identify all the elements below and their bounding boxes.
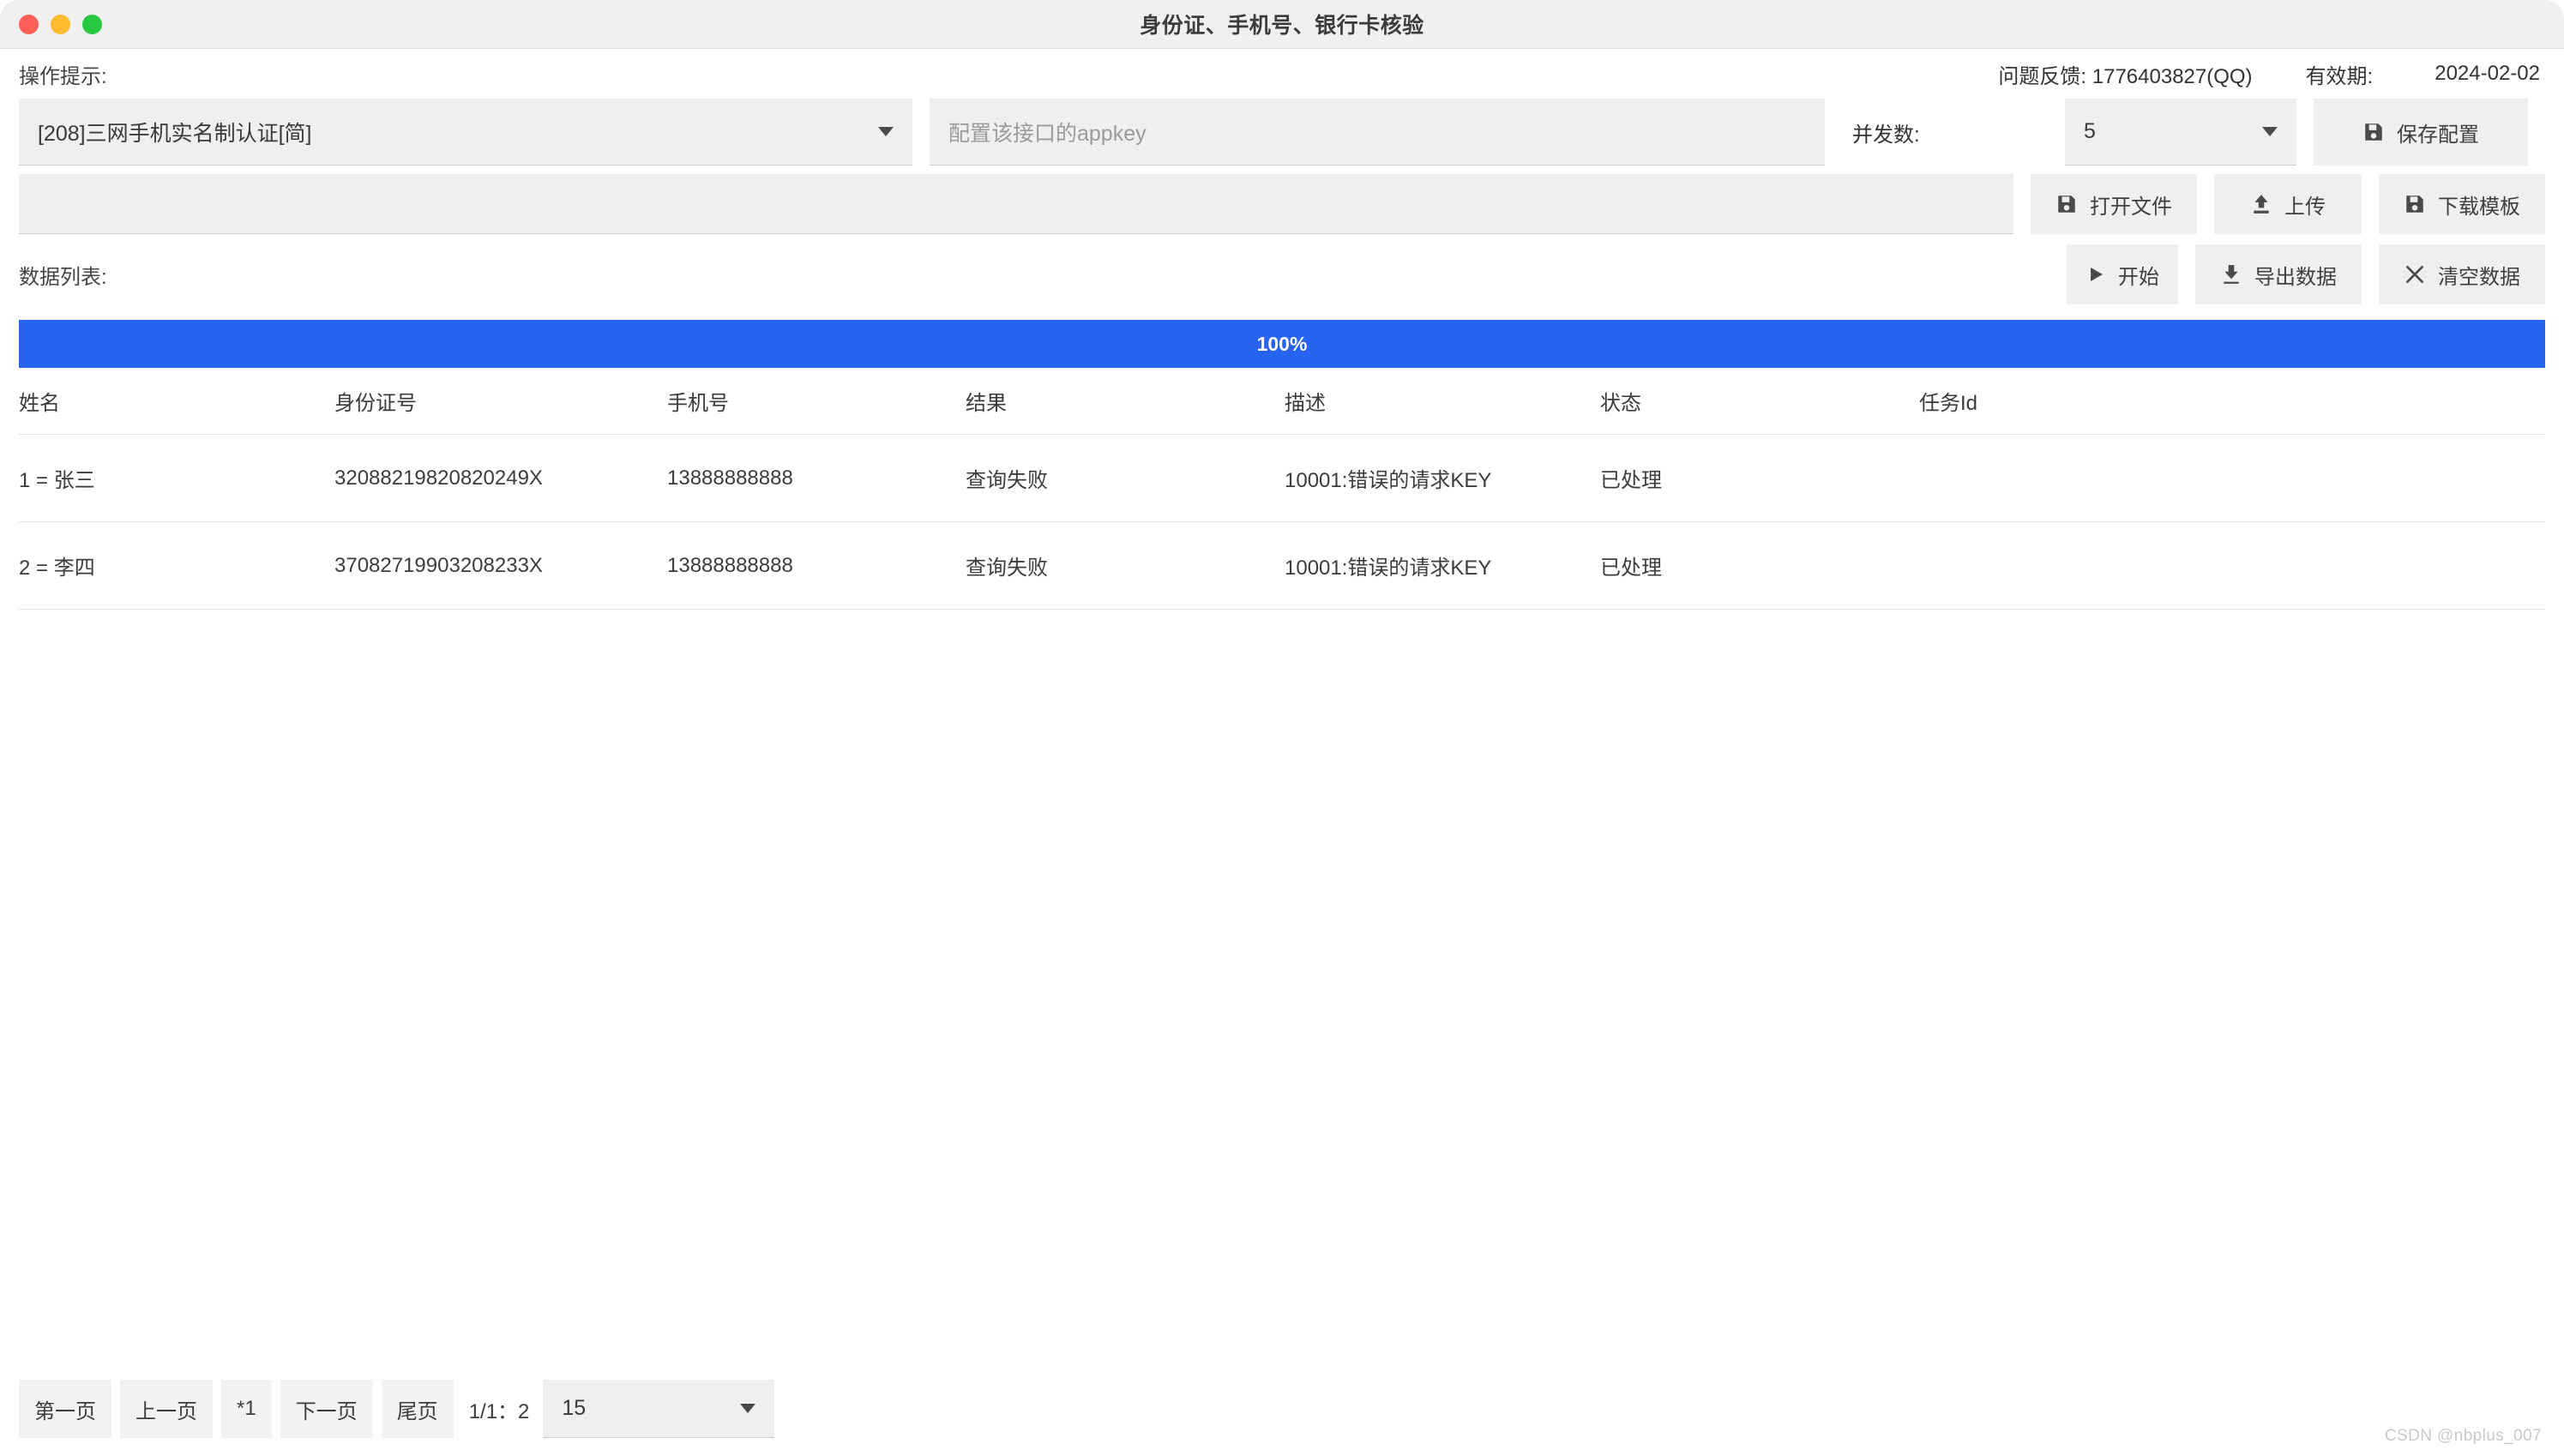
save-config-button[interactable]: 保存配置 — [2314, 99, 2528, 165]
cell-name: 2 = 李四 — [19, 557, 95, 580]
upload-label: 上传 — [2284, 195, 2326, 219]
start-label: 开始 — [2118, 265, 2159, 289]
cell-id-number: 32088219820820249X — [334, 466, 543, 490]
appkey-input[interactable]: 配置该接口的appkey — [930, 99, 1825, 165]
save-config-label: 保存配置 — [2397, 123, 2479, 147]
file-row: 打开文件 上传 下载模板 — [0, 174, 2564, 234]
export-data-button[interactable]: 导出数据 — [2195, 244, 2362, 304]
column-header-phone: 手机号 — [667, 392, 729, 415]
progress-text: 100% — [1256, 332, 1308, 355]
column-header-name: 姓名 — [19, 392, 60, 415]
feedback-text: 问题反馈: 1776403827(QQ) — [1998, 64, 2253, 88]
concurrency-label: 并发数: — [1852, 123, 1920, 147]
concurrency-select[interactable]: 5 — [2065, 99, 2296, 165]
column-header-task-id: 任务Id — [1919, 392, 1978, 415]
app-window: 身份证、手机号、银行卡核验 操作提示: 问题反馈: 1776403827(QQ)… — [0, 0, 2564, 1456]
progress-bar: 100% — [19, 320, 2545, 368]
cell-description: 10001:错误的请求KEY — [1285, 557, 1492, 580]
actions-row: 数据列表: 开始 导出数据 清空数据 — [0, 244, 2564, 304]
current-page-button[interactable]: *1 — [221, 1380, 272, 1438]
expire-value: 2024-02-02 — [2435, 62, 2540, 85]
cell-status: 已处理 — [1600, 469, 1662, 492]
appkey-wrapper: 配置该接口的appkey — [930, 99, 1825, 165]
chevron-down-icon — [740, 1404, 756, 1413]
save-icon — [2055, 193, 2078, 215]
table-row[interactable]: 1 = 张三 32088219820820249X 13888888888 查询… — [19, 435, 2545, 522]
page-size-select[interactable]: 15 — [543, 1380, 775, 1438]
column-header-result: 结果 — [966, 392, 1007, 415]
filepath-input[interactable] — [19, 174, 2013, 234]
cell-phone: 13888888888 — [667, 466, 793, 490]
download-template-button[interactable]: 下载模板 — [2379, 174, 2545, 234]
chevron-down-icon — [878, 127, 894, 136]
clear-data-button[interactable]: 清空数据 — [2379, 244, 2545, 304]
api-select-value: [208]三网手机实名制认证[简] — [38, 121, 312, 146]
column-header-status: 状态 — [1600, 392, 1641, 415]
page-indicator: 1/1：2 — [468, 1399, 530, 1423]
page-size-value: 15 — [562, 1396, 587, 1420]
config-row: [208]三网手机实名制认证[简] 配置该接口的appkey 并发数: 5 保存… — [0, 99, 2564, 165]
play-icon — [2086, 264, 2106, 285]
table-row[interactable]: 2 = 李四 37082719903208233X 13888888888 查询… — [19, 522, 2545, 610]
upload-button[interactable]: 上传 — [2214, 174, 2362, 234]
table-body: 1 = 张三 32088219820820249X 13888888888 查询… — [19, 435, 2545, 1374]
datalist-label: 数据列表: — [19, 265, 107, 289]
clear-data-label: 清空数据 — [2438, 265, 2520, 289]
cell-status: 已处理 — [1600, 557, 1662, 580]
upload-icon — [2250, 193, 2272, 215]
open-file-button[interactable]: 打开文件 — [2031, 174, 2197, 234]
cell-result: 查询失败 — [966, 469, 1048, 492]
operation-hint-label: 操作提示: — [19, 64, 107, 88]
cell-phone: 13888888888 — [667, 553, 793, 577]
export-data-label: 导出数据 — [2254, 265, 2337, 289]
save-icon — [2362, 121, 2385, 143]
close-x-icon — [2404, 263, 2426, 286]
appkey-placeholder: 配置该接口的appkey — [948, 121, 1147, 146]
cell-description: 10001:错误的请求KEY — [1285, 469, 1492, 492]
data-table: 姓名 身份证号 手机号 结果 描述 状态 任务Id 1 = 张三 3208821… — [19, 368, 2545, 1374]
watermark: CSDN @nbplus_007 — [2384, 1427, 2542, 1445]
last-page-button[interactable]: 尾页 — [381, 1380, 454, 1438]
start-button[interactable]: 开始 — [2067, 244, 2178, 304]
chevron-down-icon — [2262, 127, 2278, 136]
expire-label: 有效期: — [2305, 64, 2374, 88]
header-info: 问题反馈: 1776403827(QQ) 有效期: 2024-02-02 — [1998, 59, 2545, 89]
main-content: 操作提示: 问题反馈: 1776403827(QQ) 有效期: 2024-02-… — [0, 49, 2564, 1456]
download-template-label: 下载模板 — [2438, 195, 2520, 219]
save-icon — [2404, 193, 2426, 215]
window-title: 身份证、手机号、银行卡核验 — [1140, 14, 1424, 38]
download-icon — [2220, 263, 2242, 286]
cell-name: 1 = 张三 — [19, 469, 95, 492]
next-page-button[interactable]: 下一页 — [280, 1380, 373, 1438]
column-header-description: 描述 — [1285, 392, 1326, 415]
title-bar: 身份证、手机号、银行卡核验 — [0, 0, 2564, 49]
table-header-row: 姓名 身份证号 手机号 结果 描述 状态 任务Id — [19, 368, 2545, 435]
column-header-id-number: 身份证号 — [334, 392, 417, 415]
api-select[interactable]: [208]三网手机实名制认证[简] — [19, 99, 912, 165]
concurrency-value: 5 — [2084, 119, 2096, 143]
prev-page-button[interactable]: 上一页 — [120, 1380, 213, 1438]
open-file-label: 打开文件 — [2090, 195, 2172, 219]
pagination-bar: 第一页 上一页 *1 下一页 尾页 1/1：2 15 — [0, 1374, 2564, 1456]
first-page-button[interactable]: 第一页 — [19, 1380, 111, 1438]
hint-row: 操作提示: 问题反馈: 1776403827(QQ) 有效期: 2024-02-… — [0, 49, 2564, 99]
cell-result: 查询失败 — [966, 557, 1048, 580]
cell-id-number: 37082719903208233X — [334, 553, 543, 577]
